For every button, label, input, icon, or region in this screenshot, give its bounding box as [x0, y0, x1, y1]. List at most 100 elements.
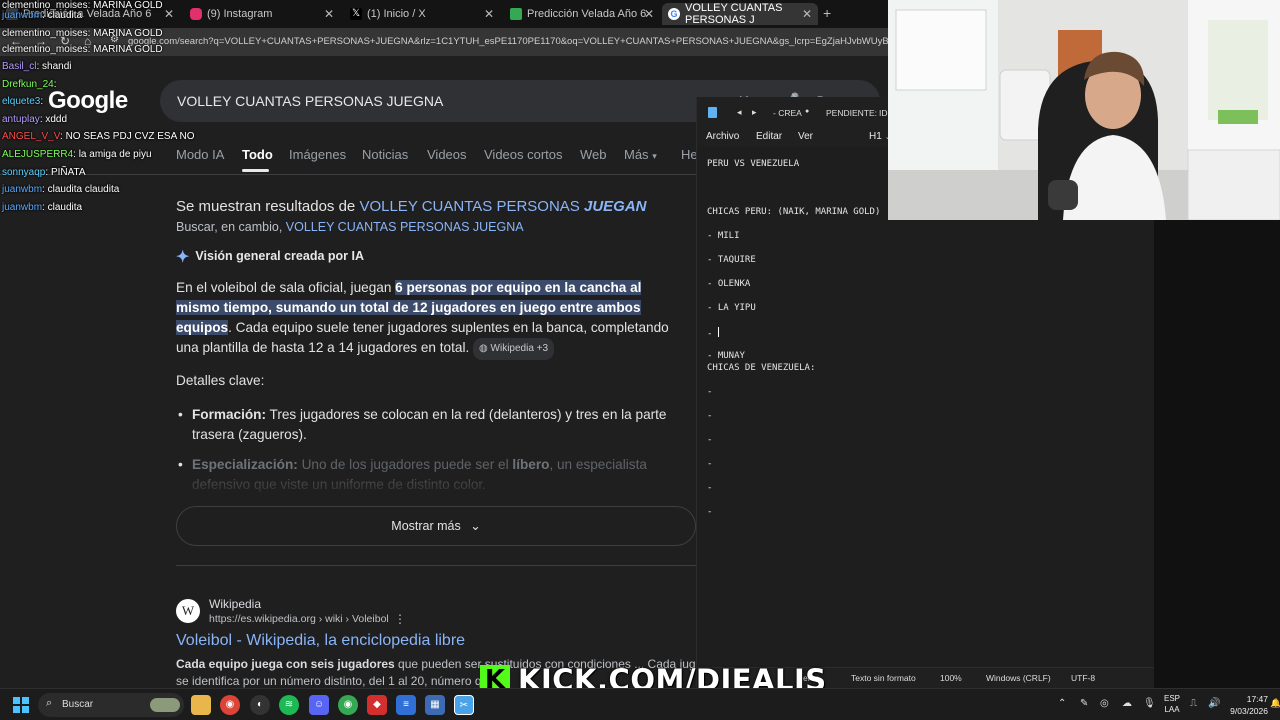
close-tab-icon[interactable]: ✕	[324, 7, 334, 21]
chat-text: claudita claudita	[47, 184, 120, 195]
browser-tab[interactable]: (9) Instagram ✕	[184, 3, 340, 25]
file-explorer-icon[interactable]	[191, 695, 211, 715]
app-icon[interactable]: ◆	[367, 695, 387, 715]
tab-label: (9) Instagram	[207, 8, 273, 20]
cloud-icon[interactable]: ☁	[1122, 698, 1132, 709]
text-caret	[717, 327, 719, 337]
result-url: https://es.wikipedia.org › wiki › Voleib…	[209, 613, 389, 625]
chat-username[interactable]: Drefkun_24	[2, 79, 54, 90]
menu-file[interactable]: Archivo	[706, 131, 739, 142]
volume-icon[interactable]: 🔊	[1208, 698, 1220, 709]
original-query-link[interactable]: VOLLEY CUANTAS PERSONAS JUEGNA	[286, 220, 524, 234]
browser-tab[interactable]: 𝕏 (1) Inicio / X ✕	[344, 3, 500, 25]
notepad-line: -	[707, 327, 719, 339]
chat-text: la amiga de piyu	[78, 149, 152, 160]
search-input[interactable]: VOLLEY CUANTAS PERSONAS JUEGNA	[177, 93, 443, 109]
notepad-taskbar-icon[interactable]: ≡	[396, 695, 416, 715]
google-logo[interactable]: Google	[48, 87, 128, 115]
instead-prefix: Buscar, en cambio,	[176, 220, 283, 234]
bullet-bold: Formación:	[192, 407, 267, 422]
close-tab-icon[interactable]: ✕	[802, 7, 812, 21]
chevron-down-icon: ⌄	[470, 519, 481, 533]
steam-icon[interactable]: ◎	[1100, 698, 1109, 709]
more-options-icon[interactable]: ⋮	[394, 612, 406, 626]
filter-more[interactable]: Más ▾	[624, 147, 657, 162]
show-more-label: Mostrar más	[391, 519, 461, 533]
filter-ai-mode[interactable]: Modo IA	[176, 147, 224, 162]
new-tab-button[interactable]: +	[823, 5, 831, 21]
chat-username[interactable]: antuplay	[2, 114, 40, 125]
chat-text: MARINA GOLD	[93, 0, 163, 11]
snipping-tool-icon[interactable]: ✂	[454, 695, 474, 715]
background-panel	[1154, 220, 1280, 688]
chat-message: juanwbm: claudita	[2, 10, 82, 21]
menu-view[interactable]: Ver	[798, 131, 813, 142]
chat-message: elquete3:	[2, 96, 43, 107]
chrome-profile-icon[interactable]: ◉	[338, 695, 358, 715]
menu-edit[interactable]: Editar	[756, 131, 782, 142]
clock[interactable]: 17:47 9/03/2026	[1226, 693, 1268, 717]
filter-videos[interactable]: Videos	[427, 147, 467, 162]
notepad-tab[interactable]: - CREA	[773, 108, 802, 118]
filter-news[interactable]: Noticias	[362, 147, 408, 162]
chat-text: claudita	[47, 202, 83, 213]
chat-message: Basil_cl: shandi	[2, 61, 72, 72]
url-field[interactable]: google.com/search?q=VOLLEY+CUANTAS+PERSO…	[128, 36, 888, 47]
chat-username[interactable]: ALEJUSPERR4	[2, 149, 73, 160]
pen-icon[interactable]: ✎	[1080, 698, 1088, 709]
search-instead: Buscar, en cambio, VOLLEY CUANTAS PERSON…	[176, 220, 524, 234]
microphone-icon[interactable]: 🎙	[1143, 698, 1156, 709]
tab-label: Predicción Velada Año 6	[527, 8, 647, 20]
language-indicator[interactable]: ESP LAA	[1164, 693, 1180, 715]
chat-username[interactable]: sonnyaqp	[2, 167, 45, 178]
obs-icon[interactable]: ◐	[250, 695, 270, 715]
windows-start-icon[interactable]	[13, 697, 29, 713]
wikipedia-logo-icon: W	[176, 599, 200, 623]
chat-username[interactable]: ANGEL_V_V	[2, 131, 60, 142]
show-more-button[interactable]: Mostrar más ⌄	[176, 506, 696, 546]
chat-text: NO SEAS PDJ CVZ ESA NO	[65, 131, 195, 142]
result-title-link[interactable]: Voleibol - Wikipedia, la enciclopedia li…	[176, 632, 465, 650]
filter-all[interactable]: Todo	[242, 147, 273, 162]
chat-username[interactable]: juanwbm	[2, 10, 42, 21]
chat-message: clementino_moises: MARINA GOLD	[2, 28, 163, 39]
network-icon[interactable]: ⎍	[1190, 698, 1197, 709]
chat-username[interactable]: clementino_moises	[2, 28, 88, 39]
time: 17:47	[1246, 694, 1268, 704]
chat-username[interactable]: Basil_cl	[2, 61, 36, 72]
chevron-up-icon[interactable]: ⌃	[1058, 698, 1066, 709]
search-highlight-icon	[150, 698, 180, 712]
discord-icon[interactable]: ☺	[309, 695, 329, 715]
filter-images[interactable]: Imágenes	[289, 147, 346, 162]
notepad-line: - MUNAY	[707, 351, 745, 361]
ai-overview-header: ✦ Visión general creada por IA	[176, 247, 364, 267]
close-tab-icon[interactable]: ✕	[484, 7, 494, 21]
snippet-bold: Cada equipo juega con seis jugadores	[176, 657, 395, 671]
chat-username[interactable]: juanwbm	[2, 184, 42, 195]
google-favicon-icon: G	[668, 8, 680, 20]
close-tab-icon[interactable]: ✕	[644, 7, 654, 21]
heading-selector[interactable]: H1	[869, 131, 882, 142]
chevron-down-icon: ▾	[652, 151, 657, 161]
spotify-icon[interactable]: ≋	[279, 695, 299, 715]
chat-separator: :	[53, 79, 57, 90]
content-fade	[176, 470, 696, 500]
filter-short-videos[interactable]: Videos cortos	[484, 147, 563, 162]
status-zoom: 100%	[940, 673, 962, 683]
filter-web[interactable]: Web	[580, 147, 607, 162]
corrected-query-link[interactable]: VOLLEY CUANTAS PERSONAS JUEGAN	[359, 198, 646, 215]
scroll-tabs-right-icon[interactable]: ▸	[752, 107, 757, 118]
taskbar-search[interactable]: ⌕ Buscar	[38, 693, 184, 717]
chat-username[interactable]: elquete3	[2, 96, 40, 107]
notepad-tab[interactable]: PENDIENTE:	[826, 108, 877, 118]
scroll-tabs-left-icon[interactable]: ◂	[737, 107, 742, 118]
chat-username[interactable]: juanwbm	[2, 202, 42, 213]
notification-icon[interactable]: 🔔	[1270, 698, 1280, 709]
chrome-icon[interactable]: ◉	[220, 695, 240, 715]
source-chip[interactable]: ◍ Wikipedia +3	[473, 338, 555, 360]
browser-tab-active[interactable]: G VOLLEY CUANTAS PERSONAS J ✕	[662, 2, 818, 26]
browser-tab[interactable]: Predicción Velada Año 6 ✕	[504, 3, 660, 25]
calculator-icon[interactable]: ▦	[425, 695, 445, 715]
close-tab-icon[interactable]: ✕	[164, 7, 174, 21]
chat-username[interactable]: clementino_moises	[2, 44, 88, 55]
